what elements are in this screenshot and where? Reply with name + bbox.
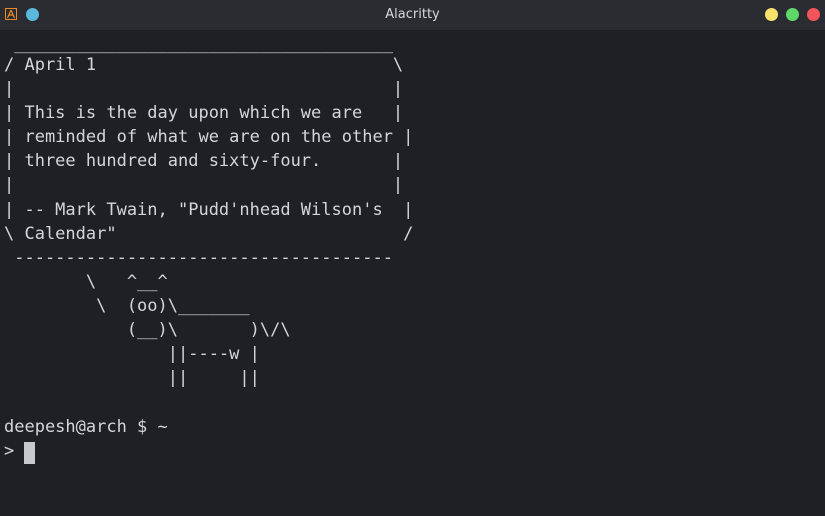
cowsay-line: \ (oo)\_______ (4, 296, 250, 316)
terminal-area[interactable]: _____________________________________ / … (0, 32, 825, 516)
terminal-line: | three hundred and sixty-four. | (4, 151, 404, 171)
maximize-icon[interactable] (786, 8, 799, 21)
cowsay-line: || || (4, 368, 260, 388)
input-prompt[interactable]: > (4, 439, 24, 463)
shell-prompt: deepesh@arch $ ~ (4, 417, 168, 437)
cowsay-line: (__)\ )\/\ (4, 320, 291, 340)
terminal-window: Alacritty ______________________________… (0, 0, 825, 516)
cowsay-line: \ ^__^ (4, 272, 168, 292)
cowsay-line: ||----w | (4, 344, 260, 364)
titlebar[interactable]: Alacritty (0, 0, 825, 30)
close-icon[interactable] (807, 8, 820, 21)
terminal-line: ------------------------------------- (4, 248, 393, 268)
terminal-line: / April 1 \ (4, 55, 404, 75)
terminal-line: \ Calendar" / (4, 224, 414, 244)
window-title: Alacritty (385, 7, 440, 22)
terminal-line: | | (4, 79, 404, 99)
terminal-line: | | (4, 175, 404, 195)
terminal-line: | reminded of what we are on the other | (4, 127, 414, 147)
minimize-icon[interactable] (765, 8, 778, 21)
terminal-line: | This is the day upon which we are | (4, 103, 404, 123)
terminal-line: | -- Mark Twain, "Pudd'nhead Wilson's | (4, 200, 414, 220)
block-cursor (24, 442, 35, 464)
